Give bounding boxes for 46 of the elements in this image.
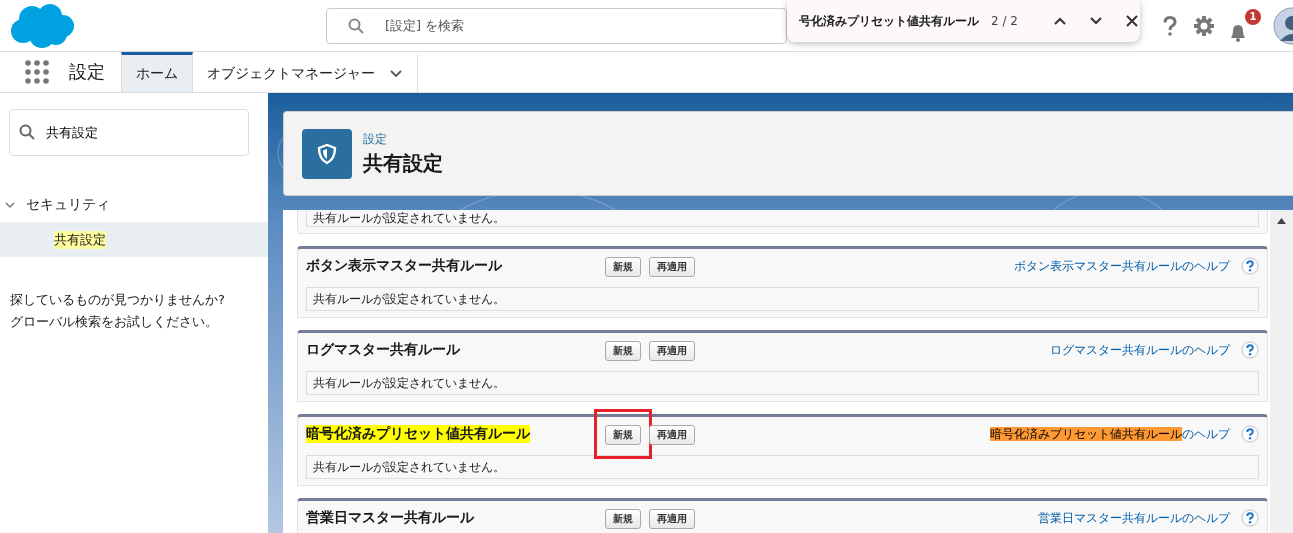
action-button[interactable]: 新規 xyxy=(605,509,641,529)
empty-message: 共有ルールが設定されていません。 xyxy=(306,371,1259,395)
breadcrumb-link[interactable]: 設定 xyxy=(363,130,443,148)
scrollbar[interactable] xyxy=(1270,210,1293,533)
section-title: ログマスター共有ルール xyxy=(306,341,460,359)
help-icon[interactable] xyxy=(1241,257,1259,275)
notifications-button[interactable]: 1 xyxy=(1227,8,1261,43)
action-button[interactable]: 再適用 xyxy=(649,257,695,277)
action-button[interactable]: 再適用 xyxy=(649,341,695,361)
help-icon[interactable] xyxy=(1241,341,1259,359)
help-icon[interactable] xyxy=(1241,509,1259,527)
close-icon xyxy=(1124,14,1139,28)
match-count: 2 / 2 xyxy=(991,14,1018,28)
search-hint: 探しているものが見つかりませんか? グローバル検索をお試しください。 xyxy=(10,291,226,331)
action-button[interactable]: 再適用 xyxy=(649,509,695,529)
search-field[interactable]: [設定] を検索 xyxy=(326,7,787,44)
section-title: ボタン表示マスター共有ルール xyxy=(306,257,502,275)
empty-message: 共有ルールが設定されていません。 xyxy=(306,287,1259,311)
help-link[interactable]: ボタン表示マスター共有ルールのヘルプ xyxy=(1014,257,1230,275)
search-icon xyxy=(19,124,35,140)
app-name: 設定 xyxy=(69,60,105,84)
action-button[interactable]: 新規 xyxy=(605,425,641,445)
tree-item[interactable]: 共有設定 xyxy=(0,222,268,257)
section-title: 営業日マスター共有ルール xyxy=(306,509,474,527)
chevron-icon xyxy=(4,199,16,211)
page-title: 共有設定 xyxy=(363,149,443,177)
find-query[interactable]: 号化済みプリセット値共有ルール xyxy=(799,12,979,30)
help-icon[interactable] xyxy=(1241,425,1259,443)
scroll-up-icon[interactable] xyxy=(1277,218,1286,224)
section-title: 暗号化済みプリセット値共有ルール xyxy=(306,425,530,443)
shield-icon xyxy=(302,128,352,179)
help-link[interactable]: 営業日マスター共有ルールのヘルプ xyxy=(1038,509,1230,527)
action-button[interactable]: 再適用 xyxy=(649,425,695,445)
cloud-logo[interactable] xyxy=(10,2,74,49)
notification-count: 1 xyxy=(1245,8,1261,25)
nav-tab[interactable]: ホーム xyxy=(121,52,193,92)
action-button[interactable]: 新規 xyxy=(605,257,641,277)
action-button[interactable]: 新規 xyxy=(605,341,641,361)
search-icon xyxy=(348,17,364,34)
empty-message: 共有ルールが設定されていません。 xyxy=(306,455,1259,479)
app-launcher-icon[interactable] xyxy=(25,60,49,84)
help-link[interactable]: ログマスター共有ルールのヘルプ xyxy=(1050,341,1230,359)
quick-find-field[interactable]: 共有設定 xyxy=(9,109,249,156)
tree-node[interactable]: セキュリティ xyxy=(0,188,272,222)
settings-icon[interactable] xyxy=(1193,14,1215,37)
empty-message: 共有ルールが設定されていません。 xyxy=(306,210,1259,227)
